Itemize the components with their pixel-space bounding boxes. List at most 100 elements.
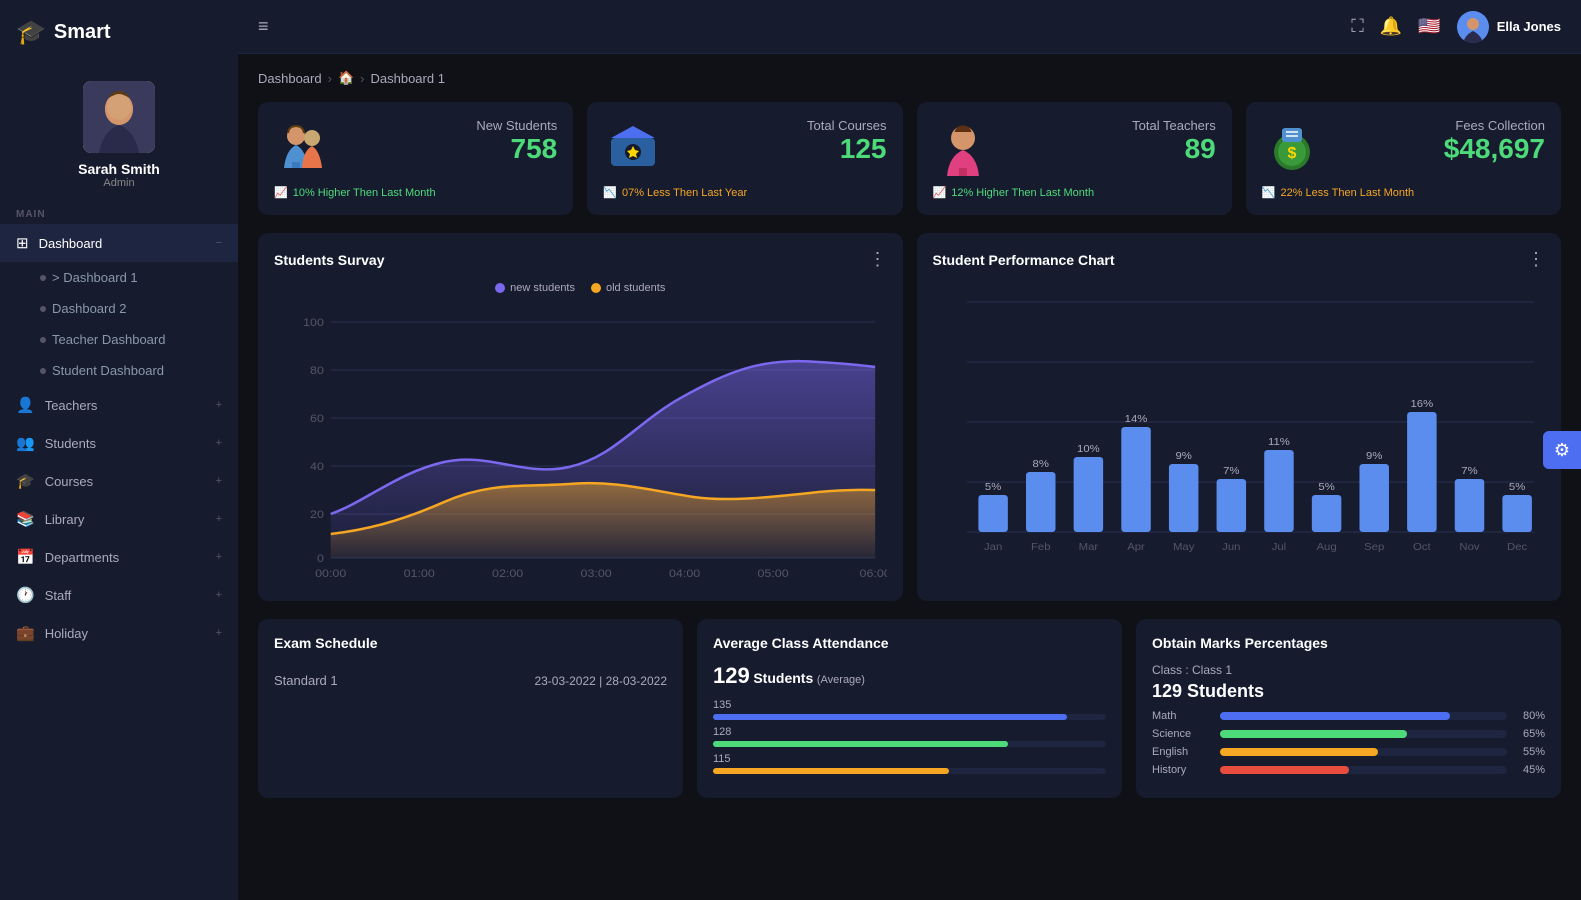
marks-class-label: Class : Class 1 <box>1152 663 1545 677</box>
svg-text:40: 40 <box>310 461 324 473</box>
collapse-icon: − <box>216 237 222 249</box>
sidebar-item-library[interactable]: 📚 Library + <box>0 500 238 538</box>
fees-stat-icon: $ <box>1262 118 1322 178</box>
marks-bar-bg-1 <box>1220 712 1507 720</box>
svg-text:Dec: Dec <box>1507 542 1528 553</box>
sidebar-item-student-dashboard[interactable]: Student Dashboard <box>40 355 238 386</box>
expand-icon: + <box>216 627 222 639</box>
avatar <box>83 81 155 153</box>
trend-text: 07% Less Then Last Year <box>622 187 747 199</box>
marks-subject-2: Science <box>1152 728 1212 740</box>
main-content: ≡ ⛶ 🔔 🇺🇸 Ella Jones Dashboard › <box>238 0 1581 900</box>
trend-up-icon: 📈 <box>933 186 947 199</box>
breadcrumb-home-icon[interactable]: 🏠 <box>338 70 354 86</box>
topbar-user-name: Ella Jones <box>1497 19 1561 34</box>
svg-text:May: May <box>1172 542 1194 553</box>
svg-text:9%: 9% <box>1366 451 1383 462</box>
total-courses-value: 125 <box>807 133 886 165</box>
svg-text:14%: 14% <box>1124 414 1147 425</box>
marks-bar-fill-4 <box>1220 766 1349 774</box>
svg-text:9%: 9% <box>1175 451 1192 462</box>
attendance-bar-bg-2 <box>713 741 1106 747</box>
svg-text:Apr: Apr <box>1127 542 1145 553</box>
svg-text:Feb: Feb <box>1030 542 1050 553</box>
expand-icon: + <box>216 551 222 563</box>
trend-text: 22% Less Then Last Month <box>1280 187 1414 199</box>
svg-text:8%: 8% <box>1032 459 1049 470</box>
hamburger-icon[interactable]: ≡ <box>258 16 269 37</box>
sidebar-item-students[interactable]: 👥 Students + <box>0 424 238 462</box>
trend-down-icon: 📉 <box>1262 186 1276 199</box>
sub-dot <box>40 306 46 312</box>
attendance-bar-row-1: 135 <box>713 699 1106 711</box>
expand-icon: + <box>216 399 222 411</box>
sidebar-user-role: Admin <box>103 177 134 189</box>
performance-chart-header: Student Performance Chart ⋮ <box>933 249 1546 270</box>
sidebar-item-departments[interactable]: 📅 Departments + <box>0 538 238 576</box>
attendance-bar-row-2: 128 <box>713 726 1106 738</box>
notification-icon[interactable]: 🔔 <box>1380 16 1402 37</box>
sidebar-item-label: Dashboard <box>39 236 216 251</box>
settings-icon: ⚙ <box>1554 440 1570 461</box>
total-teachers-label: Total Teachers <box>1132 118 1216 133</box>
svg-text:Jan: Jan <box>983 542 1001 553</box>
svg-text:Sep: Sep <box>1364 542 1384 553</box>
topbar-left: ≡ <box>258 16 269 37</box>
attendance-unit: Students <box>753 670 813 686</box>
stat-cards: New Students 758 📈 10% Higher Then Last … <box>258 102 1561 215</box>
marks-bar-fill-1 <box>1220 712 1450 720</box>
sidebar-item-holiday[interactable]: 💼 Holiday + <box>0 614 238 652</box>
marks-bar-row-3: English 55% <box>1152 746 1545 758</box>
sidebar-item-teachers[interactable]: 👤 Teachers + <box>0 386 238 424</box>
teachers-icon: 👤 <box>16 396 35 414</box>
svg-text:Jun: Jun <box>1222 542 1240 553</box>
attendance-title: Average Class Attendance <box>713 635 1106 651</box>
sidebar-user-name: Sarah Smith <box>78 161 160 177</box>
svg-text:Aug: Aug <box>1316 542 1336 553</box>
marks-bar-row-2: Science 65% <box>1152 728 1545 740</box>
new-students-icon <box>274 118 334 178</box>
survey-chart-header: Students Survay ⋮ <box>274 249 887 270</box>
fees-value: $48,697 <box>1444 133 1545 165</box>
sidebar-item-dashboard[interactable]: ⊞ Dashboard − <box>0 224 238 262</box>
svg-text:Oct: Oct <box>1413 542 1431 553</box>
language-flag[interactable]: 🇺🇸 <box>1418 16 1440 37</box>
trend-up-icon: 📈 <box>274 186 288 199</box>
new-students-label: New Students <box>476 118 557 133</box>
attendance-bar-label-3: 115 <box>713 753 731 765</box>
svg-text:10%: 10% <box>1077 444 1100 455</box>
svg-text:20: 20 <box>310 509 324 521</box>
exam-standard: Standard 1 <box>274 673 338 688</box>
sidebar-logo[interactable]: 🎓 Smart <box>0 0 238 65</box>
dashboard-submenu: > Dashboard 1 Dashboard 2 Teacher Dashbo… <box>0 262 238 386</box>
sidebar-item-staff[interactable]: 🕐 Staff + <box>0 576 238 614</box>
expand-icon: + <box>216 589 222 601</box>
svg-text:5%: 5% <box>1508 482 1525 493</box>
marks-pct-4: 45% <box>1515 764 1545 776</box>
departments-icon: 📅 <box>16 548 35 566</box>
marks-bar-bg-2 <box>1220 730 1507 738</box>
survey-chart-svg: 100 80 60 40 20 0 00:00 0 <box>274 302 887 585</box>
marks-title: Obtain Marks Percentages <box>1152 635 1545 651</box>
performance-chart-menu[interactable]: ⋮ <box>1527 249 1545 270</box>
attendance-bars: 135 128 115 <box>713 699 1106 774</box>
sidebar-item-dashboard1[interactable]: > Dashboard 1 <box>40 262 238 293</box>
stat-card-total-courses: Total Courses 125 📉 07% Less Then Last Y… <box>587 102 902 215</box>
performance-chart-card: Student Performance Chart ⋮ <box>917 233 1562 601</box>
settings-fab[interactable]: ⚙ <box>1543 431 1581 469</box>
marks-bar-row-4: History 45% <box>1152 764 1545 776</box>
topbar-user[interactable]: Ella Jones <box>1457 11 1561 43</box>
survey-chart-menu[interactable]: ⋮ <box>869 249 887 270</box>
stat-card-fees: $ Fees Collection $48,697 📉 22% Less The… <box>1246 102 1561 215</box>
breadcrumb-dashboard[interactable]: Dashboard <box>258 71 322 86</box>
attendance-bar-label-2: 128 <box>713 726 731 738</box>
sidebar-item-dashboard2[interactable]: Dashboard 2 <box>40 293 238 324</box>
page-content: Dashboard › 🏠 › Dashboard 1 <box>238 54 1581 900</box>
legend-label-old: old students <box>606 282 665 294</box>
svg-text:80: 80 <box>310 365 324 377</box>
sidebar-item-teacher-dashboard[interactable]: Teacher Dashboard <box>40 324 238 355</box>
svg-text:7%: 7% <box>1461 466 1478 477</box>
app-name: Smart <box>54 21 111 44</box>
sidebar-item-courses[interactable]: 🎓 Courses + <box>0 462 238 500</box>
fullscreen-icon[interactable]: ⛶ <box>1351 16 1364 37</box>
